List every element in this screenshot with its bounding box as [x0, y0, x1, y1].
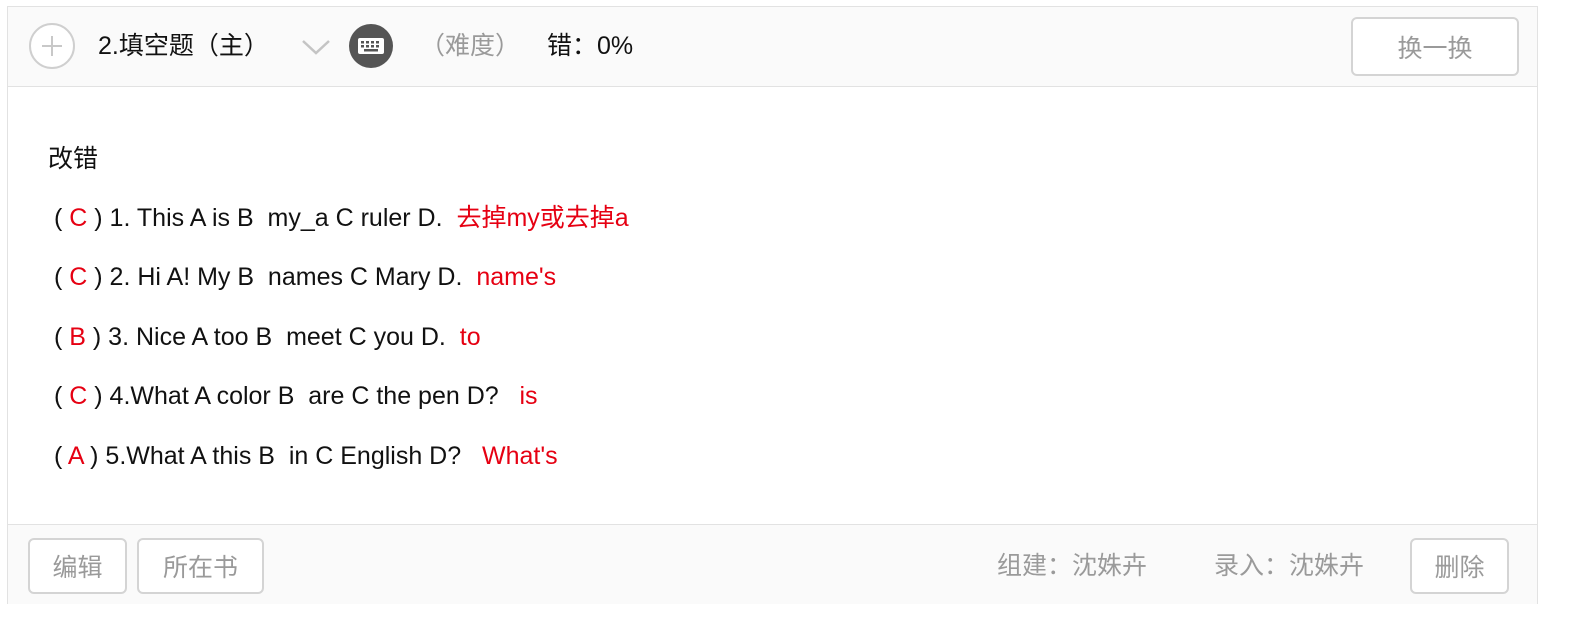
item-answer: C	[69, 382, 88, 410]
builder-info: 组建：沈姝卉	[997, 552, 1148, 580]
item-open-paren: (	[54, 382, 70, 410]
item-correction: to	[459, 323, 481, 351]
item-text: ) 2. Hi A! My B names C Mary D.	[87, 263, 477, 291]
item-open-paren: (	[54, 204, 70, 232]
item-answer: A	[67, 442, 84, 470]
edit-button[interactable]: 编辑	[28, 538, 127, 594]
question-card: 2.填空题（主） （难度） 错：0% 换一换 改错 (C) 1. This …	[7, 6, 1538, 604]
book-button[interactable]: 所在书	[137, 538, 264, 594]
question-content: 改错 ( C ) 1. This A is B my_a C ruler D. …	[8, 87, 1537, 524]
swap-button[interactable]: 换一换	[1351, 17, 1519, 76]
question-type-title: 2.填空题（主）	[98, 32, 269, 60]
plus-circle-icon	[42, 36, 62, 56]
item-answer: B	[69, 323, 86, 351]
add-question-button[interactable]	[29, 23, 75, 69]
question-prompt: 改错	[48, 145, 99, 173]
error-rate: 错：0%	[547, 32, 634, 60]
item-correction: 去掉my或去掉a	[456, 204, 629, 232]
item-answer: C	[69, 263, 88, 291]
item-text: ) 1. This A is B my_a C ruler D.	[87, 204, 457, 232]
item-text: ) 4.What A color B are C the pen D?	[87, 382, 520, 410]
keyboard-icon	[358, 38, 384, 54]
item-correction: What's	[481, 442, 558, 470]
item-correction: is	[519, 382, 538, 410]
question-footer: 编辑 所在书 组建：沈姝卉 录入：沈姝卉 删除	[8, 524, 1537, 604]
question-item: ( A ) 5.What A this B in C English D? Wh…	[54, 439, 558, 473]
item-open-paren: (	[54, 442, 68, 470]
item-text: ) 5.What A this B in C English D?	[83, 442, 482, 470]
question-item: ( C ) 1. This A is B my_a C ruler D. 去掉m…	[54, 201, 629, 235]
question-header: 2.填空题（主） （难度） 错：0% 换一换	[8, 7, 1537, 87]
item-correction: name's	[476, 263, 557, 291]
chevron-down-icon[interactable]	[299, 33, 333, 59]
question-item: ( C ) 4.What A color B are C the pen D? …	[54, 379, 538, 413]
item-answer: C	[69, 204, 88, 232]
item-open-paren: (	[54, 323, 70, 351]
keyboard-button[interactable]	[349, 24, 393, 68]
item-open-paren: (	[54, 263, 70, 291]
question-item: ( C ) 2. Hi A! My B names C Mary D. name…	[54, 260, 556, 294]
difficulty-label: （难度）	[420, 32, 521, 60]
entry-info: 录入：沈姝卉	[1214, 552, 1365, 580]
question-item: ( B ) 3. Nice A too B meet C you D. to	[54, 320, 481, 354]
item-text: ) 3. Nice A too B meet C you D.	[85, 323, 460, 351]
delete-button[interactable]: 删除	[1410, 538, 1509, 594]
